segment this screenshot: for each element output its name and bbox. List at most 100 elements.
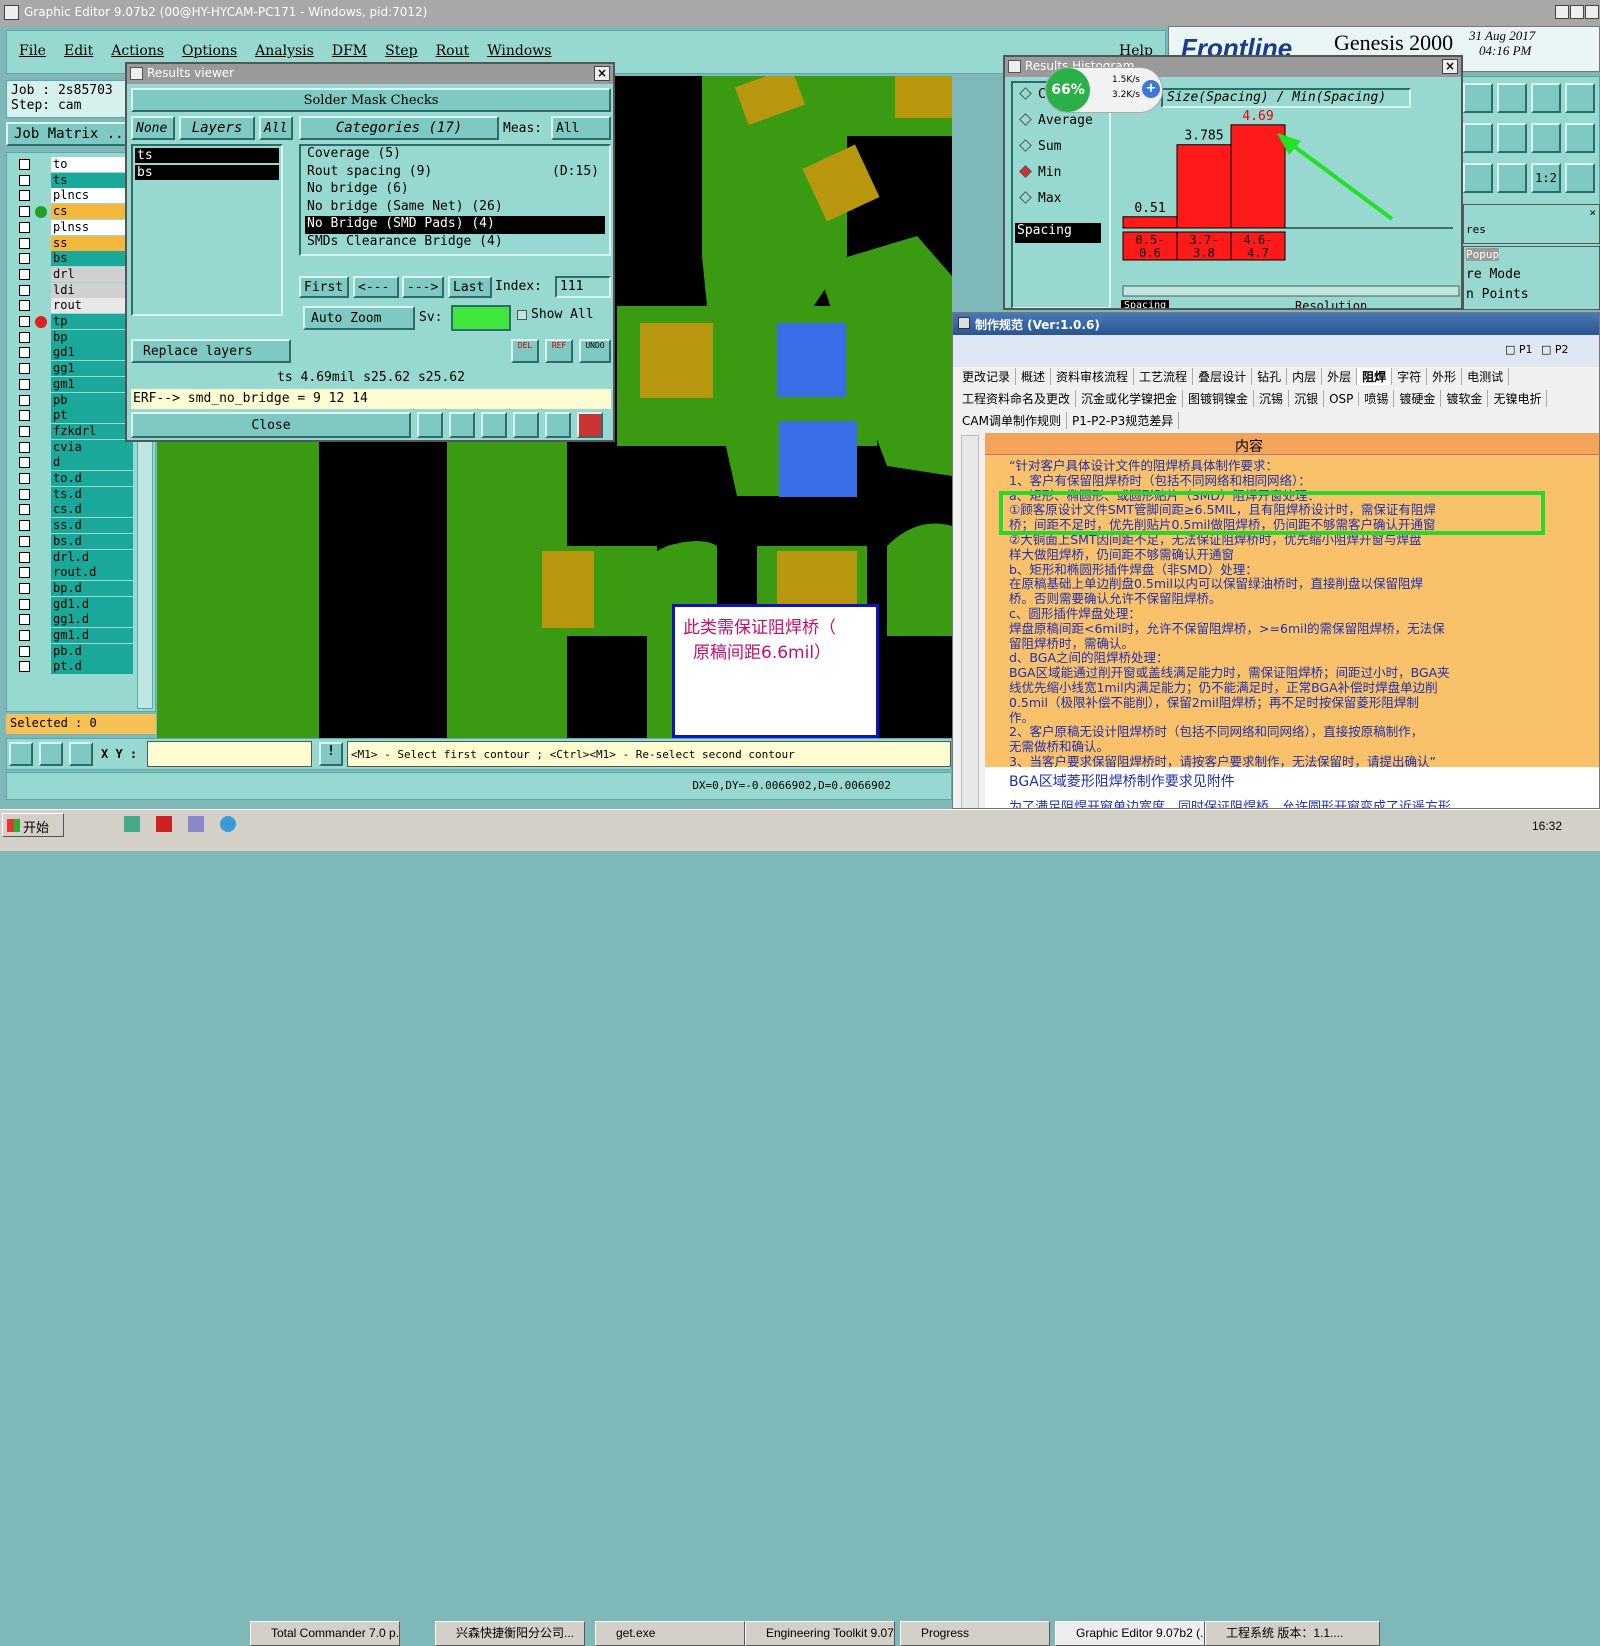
sort-icon[interactable]	[513, 412, 539, 438]
xy-input[interactable]	[147, 741, 312, 767]
layers-button[interactable]: Layers	[179, 116, 255, 140]
plus-icon[interactable]: +	[1142, 80, 1160, 98]
meas-dropdown[interactable]: All	[551, 116, 611, 140]
taskbar-item[interactable]: Progress	[900, 1621, 1050, 1646]
layer-row[interactable]: ldi	[17, 282, 133, 298]
category-item[interactable]: Coverage (5)	[305, 146, 605, 164]
layer-row[interactable]: pb.d	[17, 643, 133, 659]
spec-tab[interactable]: 更改记录	[957, 368, 1017, 385]
layer-row[interactable]: tp	[17, 314, 133, 329]
tool-icon[interactable]	[1463, 163, 1493, 193]
taskbar-item[interactable]: Graphic Editor 9.07b2 (...	[1055, 1621, 1205, 1646]
res-close-x[interactable]: ×	[1589, 206, 1596, 219]
tool-icon[interactable]	[1497, 163, 1527, 193]
layer-checkbox[interactable]	[19, 535, 30, 547]
spec-tab[interactable]: CAM调单制作规则	[957, 412, 1067, 429]
layer-row[interactable]: gg1.d	[17, 612, 133, 628]
spec-tab[interactable]: 字符	[1392, 368, 1428, 385]
spec-tab[interactable]: P1-P2-P3规范差异	[1067, 412, 1180, 429]
category-item[interactable]: No Bridge (SMD Pads) (4)	[305, 216, 605, 234]
categories-button[interactable]: Categories (17)	[299, 116, 499, 140]
layer-checkbox[interactable]	[19, 645, 30, 657]
snap-icon[interactable]	[9, 742, 33, 766]
menu-windows[interactable]: Windows	[487, 43, 551, 59]
spec-tab[interactable]: 无镍电折	[1488, 390, 1548, 407]
taskbar-item[interactable]: 工程系统 版本：1.1....	[1205, 1621, 1380, 1646]
category-item[interactable]: Rout spacing (9) (D:15)	[305, 164, 605, 182]
spec-tab[interactable]: 沉金或化学镍把金	[1076, 390, 1184, 407]
layer-checkbox[interactable]	[19, 410, 30, 422]
chart-icon[interactable]	[577, 412, 603, 438]
layer-checkbox[interactable]	[19, 363, 30, 375]
spec-tab[interactable]: 阻焊	[1357, 368, 1393, 385]
menu-actions[interactable]: Actions	[111, 43, 164, 59]
layer-checkbox[interactable]	[19, 316, 30, 327]
histogram-icon[interactable]	[417, 412, 443, 438]
measure-icon[interactable]	[39, 742, 63, 766]
histogram-option-max[interactable]: Max	[1017, 191, 1107, 213]
tool-icon[interactable]	[1565, 163, 1595, 193]
layer-row[interactable]: gm1	[17, 376, 133, 392]
layer-row[interactable]: ss	[17, 235, 133, 251]
spec-tab[interactable]: OSP	[1324, 392, 1360, 406]
spec-tab[interactable]: 工艺流程	[1134, 368, 1194, 385]
layer-row[interactable]: pt.d	[17, 659, 133, 675]
histogram-scrollbar[interactable]	[1122, 285, 1460, 297]
menu-dfm[interactable]: DFM	[332, 43, 367, 59]
prev-button[interactable]: <---	[353, 276, 399, 298]
layer-checkbox[interactable]	[19, 221, 30, 233]
spec-tab[interactable]: 外层	[1322, 368, 1358, 385]
menu-analysis[interactable]: Analysis	[255, 43, 314, 59]
layer-row[interactable]: ts	[17, 172, 133, 188]
replace-layers-dropdown[interactable]: Replace layers	[131, 339, 291, 363]
spec-tab[interactable]: 电测试	[1462, 368, 1510, 385]
layer-row[interactable]: to	[17, 157, 133, 172]
info-button[interactable]: !	[319, 742, 343, 766]
layer-checkbox[interactable]	[19, 630, 30, 641]
delete-icon[interactable]	[481, 412, 507, 438]
layer-row[interactable]: pb	[17, 392, 133, 408]
maximize-button[interactable]	[1570, 5, 1584, 19]
sv-dropdown[interactable]	[451, 305, 511, 331]
quicklaunch-icon[interactable]	[124, 816, 140, 832]
spec-tab[interactable]: 内层	[1287, 368, 1323, 385]
spec-tab[interactable]: 沉锡	[1254, 390, 1290, 407]
result-layer-item[interactable]: bs	[135, 165, 279, 180]
last-button[interactable]: Last	[448, 276, 492, 298]
layer-row[interactable]: pt	[17, 408, 133, 424]
menu-edit[interactable]: Edit	[64, 43, 93, 59]
menu-options[interactable]: Options	[182, 43, 237, 59]
taskbar-item[interactable]: Engineering Toolkit 9.07...	[745, 1621, 895, 1646]
next-button[interactable]: --->	[402, 276, 444, 298]
layer-checkbox[interactable]	[19, 237, 30, 249]
taskbar-item[interactable]: get.exe	[595, 1621, 745, 1646]
layer-row[interactable]: cs	[17, 204, 133, 220]
layer-row[interactable]: gd1	[17, 345, 133, 361]
layer-row[interactable]: bp.d	[17, 580, 133, 596]
spec-tab[interactable]: 图镀铜镍金	[1183, 390, 1255, 407]
ie-icon[interactable]	[220, 816, 236, 832]
layer-row[interactable]: ts.d	[17, 486, 133, 502]
spec-tab[interactable]: 资料审核流程	[1051, 368, 1135, 385]
tool-icon[interactable]	[1531, 83, 1561, 113]
spec-tab[interactable]: 镀软金	[1441, 390, 1489, 407]
layer-checkbox[interactable]	[19, 504, 30, 516]
tool-icon[interactable]	[1463, 83, 1493, 113]
layer-row[interactable]: rout.d	[17, 565, 133, 581]
spec-tab[interactable]: 外形	[1427, 368, 1463, 385]
layer-row[interactable]: cs.d	[17, 502, 133, 518]
layer-checkbox[interactable]	[19, 614, 30, 626]
list-icon[interactable]	[545, 412, 571, 438]
histogram-close-x[interactable]: ×	[1442, 59, 1458, 74]
spec-tab[interactable]: 钻孔	[1252, 368, 1288, 385]
scale-icon[interactable]: 1:2	[1531, 163, 1561, 193]
category-item[interactable]: No bridge (6)	[305, 181, 605, 199]
layer-row[interactable]: d	[17, 455, 133, 471]
layer-checkbox[interactable]	[19, 159, 30, 170]
histogram-option-sum[interactable]: Sum	[1017, 139, 1107, 161]
result-layer-item[interactable]: ts	[135, 148, 279, 163]
grid-icon[interactable]	[69, 742, 93, 766]
layer-row[interactable]: ss.d	[17, 518, 133, 534]
layer-checkbox[interactable]	[19, 661, 30, 673]
layer-row[interactable]: fzkdrl	[17, 423, 133, 439]
